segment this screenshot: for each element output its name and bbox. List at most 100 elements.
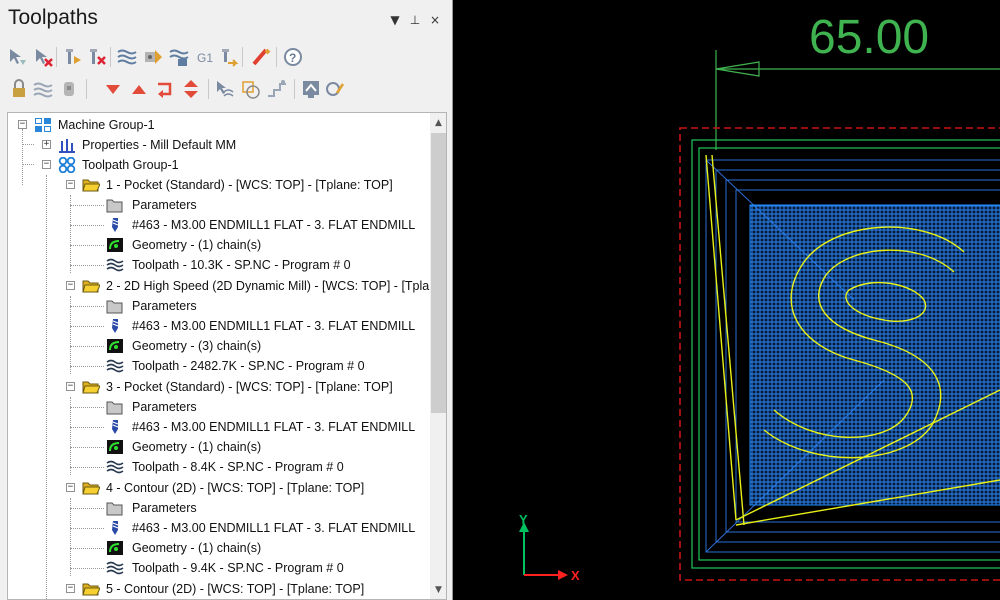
collapse-toggle[interactable]: − — [66, 584, 75, 593]
collapse-toggle[interactable]: − — [66, 180, 75, 189]
tree-item-label: Machine Group-1 — [58, 118, 155, 132]
toolpaths-panel: Toolpaths ▼ ⊥ × G1 ? − Machine Group-1 +… — [0, 0, 453, 600]
tree-connector — [70, 568, 104, 569]
collapse-toggle[interactable]: − — [66, 382, 75, 391]
toggle-ghost-icon[interactable] — [240, 78, 262, 100]
deselect-dirty-icon[interactable] — [86, 46, 108, 68]
tree-item-geometry[interactable]: Geometry - (1) chain(s) — [8, 538, 428, 558]
tree-item-properties[interactable]: + Properties - Mill Default MM — [8, 135, 428, 155]
tree-item-label: Geometry - (1) chain(s) — [132, 541, 262, 555]
tree-item-operation-3[interactable]: − 3 - Pocket (Standard) - [WCS: TOP] - [… — [8, 377, 428, 397]
tree-connector — [70, 346, 104, 347]
tool-icon — [112, 319, 119, 333]
panel-menu-button[interactable]: ▼ — [388, 12, 402, 28]
tree-connector — [70, 407, 104, 408]
toolbar-separator — [86, 79, 87, 99]
insert-arrow-icon[interactable] — [154, 78, 176, 100]
tree-item-tool[interactable]: #463 - M3.00 ENDMILL1 FLAT - 3. FLAT END… — [8, 215, 428, 235]
regenerate-selected-icon[interactable] — [116, 46, 138, 68]
tree-item-geometry[interactable]: Geometry - (1) chain(s) — [8, 235, 428, 255]
scroll-up-arrow-icon[interactable]: ▲ — [430, 115, 446, 132]
simulate-icon[interactable] — [300, 78, 322, 100]
post-selected-icon[interactable] — [218, 46, 240, 68]
tree-item-parameters[interactable]: Parameters — [8, 397, 428, 417]
options-icon[interactable] — [324, 78, 346, 100]
high-feed-icon[interactable] — [266, 78, 288, 100]
tree-connector — [70, 528, 104, 529]
tree-item-geometry[interactable]: Geometry - (1) chain(s) — [8, 437, 428, 457]
tree-item-parameters[interactable]: Parameters — [8, 498, 428, 518]
tree-item-toolpath-group[interactable]: − Toolpath Group-1 — [8, 155, 428, 175]
tree-connector — [70, 326, 104, 327]
tree-connector — [70, 447, 104, 448]
tree-connector — [70, 366, 104, 367]
collapse-toggle[interactable]: − — [66, 281, 75, 290]
collapse-toggle[interactable]: − — [18, 120, 27, 129]
tree-item-label: Parameters — [132, 198, 197, 212]
highlight-icon[interactable] — [214, 78, 236, 100]
g1-post-icon[interactable]: G1 — [194, 46, 216, 68]
toggle-display-icon[interactable] — [250, 46, 272, 68]
tree-item-operation-1[interactable]: − 1 - Pocket (Standard) - [WCS: TOP] - [… — [8, 175, 428, 195]
tree-item-toolpath[interactable]: Toolpath - 8.4K - SP.NC - Program # 0 — [8, 457, 428, 477]
tree-item-tool[interactable]: #463 - M3.00 ENDMILL1 FLAT - 3. FLAT END… — [8, 417, 428, 437]
tree-item-toolpath[interactable]: Toolpath - 10.3K - SP.NC - Program # 0 — [8, 255, 428, 275]
scrollbar-thumb[interactable] — [431, 133, 446, 413]
tree-item-label: Geometry - (1) chain(s) — [132, 440, 262, 454]
panel-title: Toolpaths — [8, 6, 98, 29]
tree-item-parameters[interactable]: Parameters — [8, 296, 428, 316]
move-up-icon[interactable] — [128, 78, 150, 100]
tree-item-machine-group[interactable]: − Machine Group-1 — [8, 115, 428, 135]
folder-icon — [82, 179, 100, 192]
regenerate-dirty-icon[interactable] — [142, 46, 164, 68]
tree-item-operation-2[interactable]: − 2 - 2D High Speed (2D Dynamic Mill) - … — [8, 276, 446, 296]
lock-icon[interactable] — [8, 78, 30, 100]
select-dirty-icon[interactable] — [62, 46, 84, 68]
select-all-operations-icon[interactable] — [6, 46, 28, 68]
toggle-posting-icon[interactable] — [58, 78, 80, 100]
tool-icon — [112, 218, 119, 232]
graphics-viewport[interactable]: 65.00 Y X — [454, 0, 1000, 600]
toggle-toolpath-display-icon[interactable] — [32, 78, 54, 100]
tree-item-operation-4[interactable]: − 4 - Contour (2D) - [WCS: TOP] - [Tplan… — [8, 478, 428, 498]
tree-connector — [70, 245, 104, 246]
move-down-icon[interactable] — [102, 78, 124, 100]
geometry-icon — [107, 238, 123, 252]
tree-item-tool[interactable]: #463 - M3.00 ENDMILL1 FLAT - 3. FLAT END… — [8, 316, 428, 336]
tree-item-toolpath[interactable]: Toolpath - 9.4K - SP.NC - Program # 0 — [8, 558, 428, 578]
pin-button[interactable]: ⊥ — [408, 12, 422, 28]
toolbar-separator — [294, 79, 295, 99]
tree-item-label: #463 - M3.00 ENDMILL1 FLAT - 3. FLAT END… — [132, 218, 416, 232]
expand-icon[interactable] — [180, 78, 202, 100]
tree-item-label: Parameters — [132, 501, 197, 515]
tree-item-tool[interactable]: #463 - M3.00 ENDMILL1 FLAT - 3. FLAT END… — [8, 518, 428, 538]
toolbar-row-1: G1 ? — [6, 44, 451, 70]
folder-icon — [82, 482, 100, 495]
tool-icon — [112, 521, 119, 535]
expand-toggle[interactable]: + — [42, 140, 51, 149]
dimension-65[interactable]: 65.00 — [715, 11, 1000, 150]
scroll-down-arrow-icon[interactable]: ▼ — [430, 582, 446, 599]
tree-scrollbar[interactable]: ▲ ▼ — [430, 113, 446, 599]
toolbar-row-2 — [6, 76, 451, 102]
tree-item-label: Properties - Mill Default MM — [82, 138, 237, 152]
toolbar-separator — [276, 47, 277, 67]
toolpath-icon — [106, 258, 124, 272]
toolbar-separator — [208, 79, 209, 99]
wcs-axis-indicator: Y X — [519, 512, 580, 583]
tree-item-geometry[interactable]: Geometry - (3) chain(s) — [8, 336, 428, 356]
collapse-toggle[interactable]: − — [66, 483, 75, 492]
help-icon[interactable]: ? — [282, 46, 304, 68]
deselect-all-icon[interactable] — [32, 46, 54, 68]
tree-item-operation-5[interactable]: − 5 - Contour (2D) - [WCS: TOP] - [Tplan… — [8, 579, 428, 599]
close-button[interactable]: × — [428, 12, 442, 28]
collapse-toggle[interactable]: − — [42, 160, 51, 169]
tree-item-label: 1 - Pocket (Standard) - [WCS: TOP] - [Tp… — [106, 178, 393, 192]
tree-item-toolpath[interactable]: Toolpath - 2482.7K - SP.NC - Program # 0 — [8, 356, 428, 376]
svg-text:?: ? — [289, 51, 296, 65]
verify-icon[interactable] — [168, 46, 190, 68]
toolbar-separator — [242, 47, 243, 67]
toolbar-separator — [56, 47, 57, 67]
tree-item-parameters[interactable]: Parameters — [8, 195, 428, 215]
toolbar-separator — [110, 47, 111, 67]
